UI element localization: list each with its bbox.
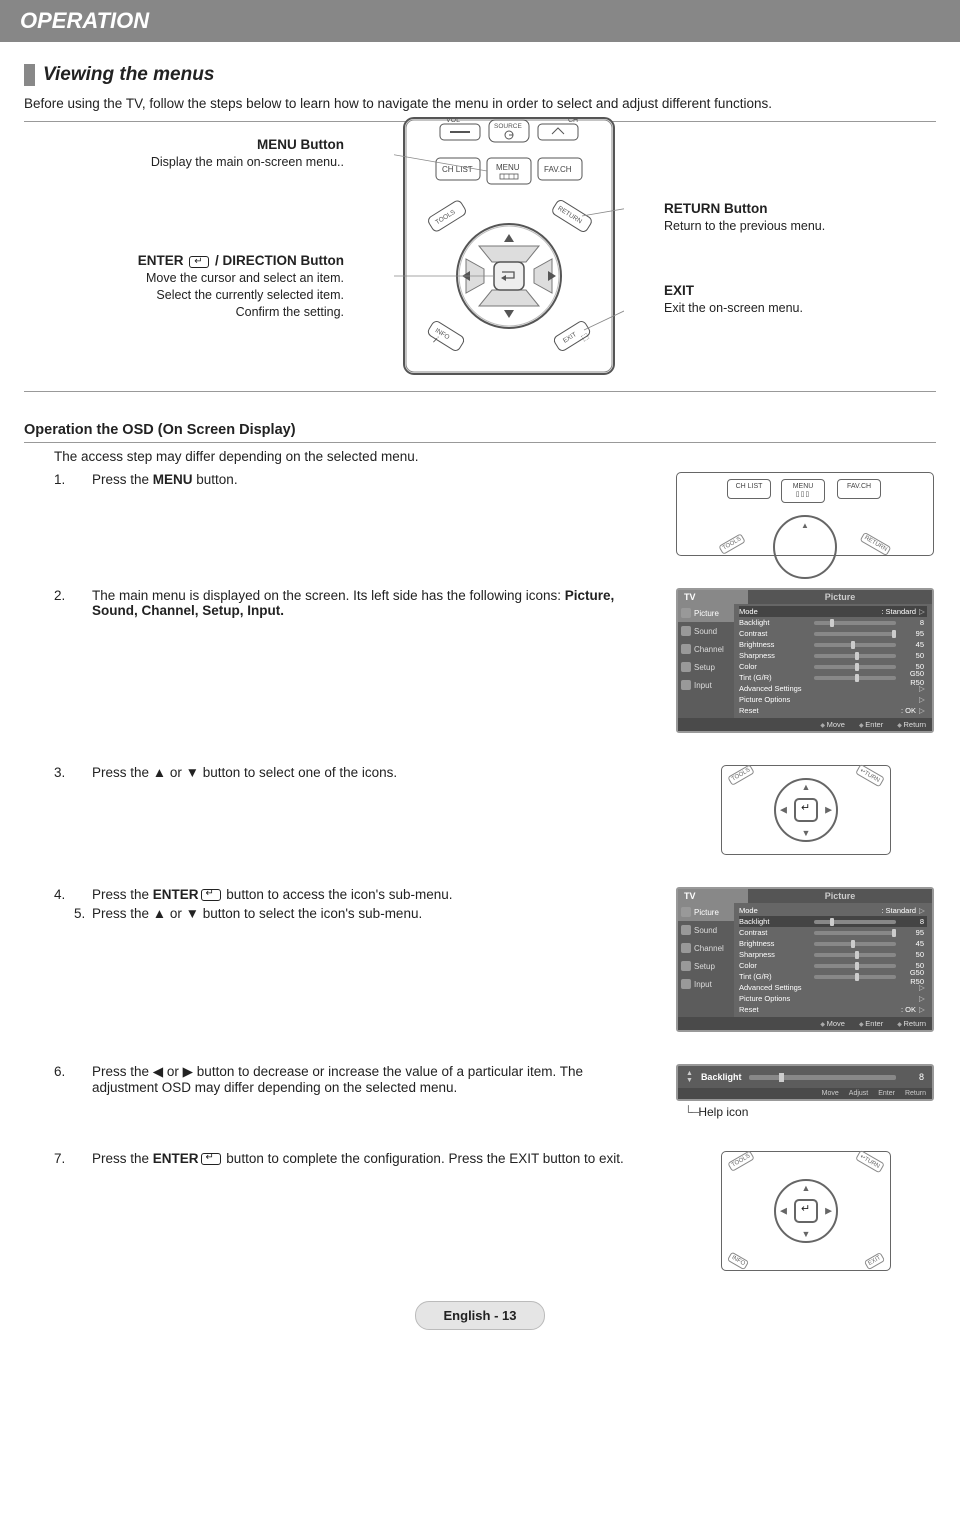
- adjust-foot-return: Return: [905, 1090, 926, 1097]
- step-1: 1. Press the MENU button. CH LIST MENU▯▯…: [54, 472, 936, 556]
- return-corner-icon: ↩TURN: [855, 1150, 884, 1173]
- step-4-t2: button to access the icon's sub-menu.: [223, 887, 453, 902]
- mini-favch-button: FAV.CH: [837, 479, 881, 499]
- step-5-text: Press the ▲ or ▼ button to select the ic…: [92, 906, 422, 921]
- tools-corner-icon: TOOLS: [727, 764, 755, 786]
- step-5-num: 5.: [74, 906, 92, 921]
- step-7-t2: button to complete the configuration. Pr…: [223, 1151, 624, 1166]
- mini-remote-step3: TOOLS ↩TURN ▲▼◀▶: [721, 765, 891, 855]
- step-7-num: 7.: [54, 1151, 72, 1166]
- step-1-bold: MENU: [153, 472, 193, 487]
- step-3: 3. Press the ▲ or ▼ button to select one…: [54, 765, 936, 855]
- step-7: 7. Press the ENTER button to complete th…: [54, 1151, 936, 1271]
- callout-return-title: RETURN Button: [664, 201, 767, 216]
- page-header: OPERATION: [0, 0, 960, 42]
- callout-exit-desc: Exit the on-screen menu.: [664, 300, 914, 317]
- mini-remote-step1: CH LIST MENU▯▯▯ FAV.CH TOOLS RETURN ▲: [676, 472, 934, 556]
- step-6-num: 6.: [54, 1064, 72, 1079]
- remote-illustration: VOL SOURCE CH CH LIST MENU FAV.CH TOOLS …: [394, 116, 624, 376]
- enter-icon: [201, 1153, 221, 1165]
- callout-enter-prefix: ENTER: [138, 253, 188, 268]
- step-3-text: Press the ▲ or ▼ button to select one of…: [92, 765, 656, 780]
- section-title-bar: [24, 64, 35, 86]
- step-4-t1: Press the: [92, 887, 153, 902]
- step-6: 6. Press the ◀ or ▶ button to decrease o…: [54, 1064, 936, 1119]
- callout-exit-title: EXIT: [664, 283, 694, 298]
- adjust-foot-adjust: Adjust: [849, 1090, 868, 1097]
- step-2-num: 2.: [54, 588, 72, 603]
- callout-enter: ENTER / DIRECTION Button Move the cursor…: [64, 252, 344, 321]
- section-title-text: Viewing the menus: [43, 64, 214, 86]
- info-corner-icon: INFO: [727, 1252, 750, 1271]
- enter-icon: [189, 256, 209, 268]
- step-2: 2. The main menu is displayed on the scr…: [54, 588, 936, 733]
- svg-text:VOL: VOL: [446, 117, 460, 124]
- callout-exit: EXIT Exit the on-screen menu.: [664, 282, 914, 317]
- enter-center-icon: [794, 798, 818, 822]
- mini-menu-button: MENU▯▯▯: [781, 479, 825, 503]
- osd-intro: The access step may differ depending on …: [54, 449, 936, 464]
- step-4-num: 4.: [54, 887, 72, 902]
- step-1-t1: Press the: [92, 472, 153, 487]
- svg-text:CH: CH: [568, 117, 578, 124]
- callout-enter-suffix: / DIRECTION Button: [211, 253, 344, 268]
- callout-enter-l3: Confirm the setting.: [64, 304, 344, 321]
- dpad-icon: ▲▼◀▶: [774, 1179, 838, 1243]
- svg-text:SOURCE: SOURCE: [494, 123, 522, 130]
- svg-text:MENU: MENU: [496, 163, 520, 172]
- step-6-text: Press the ◀ or ▶ button to decrease or i…: [92, 1064, 656, 1095]
- callout-return-desc: Return to the previous menu.: [664, 218, 914, 235]
- adjust-value: 8: [904, 1072, 924, 1082]
- mini-return-label: RETURN: [860, 532, 892, 556]
- exit-corner-icon: EXIT: [863, 1252, 885, 1270]
- tools-corner-icon: TOOLS: [727, 1150, 755, 1172]
- step-7-t1: Press the: [92, 1151, 153, 1166]
- step-4-5: 4. Press the ENTER button to access the …: [54, 887, 936, 1032]
- return-corner-icon: ↩TURN: [855, 764, 884, 787]
- callout-menu: MENU Button Display the main on-screen m…: [104, 136, 344, 171]
- osd-menu-figure-1: TVPicturePictureSoundChannelSetupInputMo…: [676, 588, 934, 733]
- callout-enter-l1: Move the cursor and select an item.: [64, 270, 344, 287]
- callout-menu-desc: Display the main on-screen menu..: [104, 154, 344, 171]
- svg-text:FAV.CH: FAV.CH: [544, 165, 572, 174]
- help-icon-callout: Help icon: [676, 1105, 936, 1119]
- enter-icon: [201, 889, 221, 901]
- adjust-osd-figure: ▲▼ Backlight 8 Move Adjust Enter Return: [676, 1064, 934, 1101]
- svg-text:CH LIST: CH LIST: [442, 165, 473, 174]
- mini-tools-label: TOOLS: [718, 533, 746, 555]
- step-1-t2: button.: [193, 472, 238, 487]
- step-2-t1: The main menu is displayed on the screen…: [92, 588, 565, 603]
- callout-menu-title: MENU Button: [257, 137, 344, 152]
- mini-remote-step7: TOOLS ↩TURN INFO EXIT ▲▼◀▶: [721, 1151, 891, 1271]
- step-4-bold: ENTER: [153, 887, 199, 902]
- remote-diagram: VOL SOURCE CH CH LIST MENU FAV.CH TOOLS …: [24, 122, 936, 392]
- callout-enter-l2: Select the currently selected item.: [64, 287, 344, 304]
- section-title: Viewing the menus: [24, 64, 936, 86]
- osd-section-title: Operation the OSD (On Screen Display): [24, 422, 936, 443]
- callout-return: RETURN Button Return to the previous men…: [664, 200, 914, 235]
- adjust-foot-enter: Enter: [878, 1090, 895, 1097]
- step-3-num: 3.: [54, 765, 72, 780]
- mini-chlist-button: CH LIST: [727, 479, 771, 499]
- adjust-label: Backlight: [701, 1072, 742, 1082]
- page-number: English - 13: [415, 1301, 545, 1330]
- step-7-bold: ENTER: [153, 1151, 199, 1166]
- dpad-icon: ▲▼◀▶: [774, 778, 838, 842]
- step-1-num: 1.: [54, 472, 72, 487]
- osd-menu-figure-2: TVPicturePictureSoundChannelSetupInputMo…: [676, 887, 934, 1032]
- enter-center-icon: [794, 1199, 818, 1223]
- adjust-foot-move: Move: [822, 1090, 839, 1097]
